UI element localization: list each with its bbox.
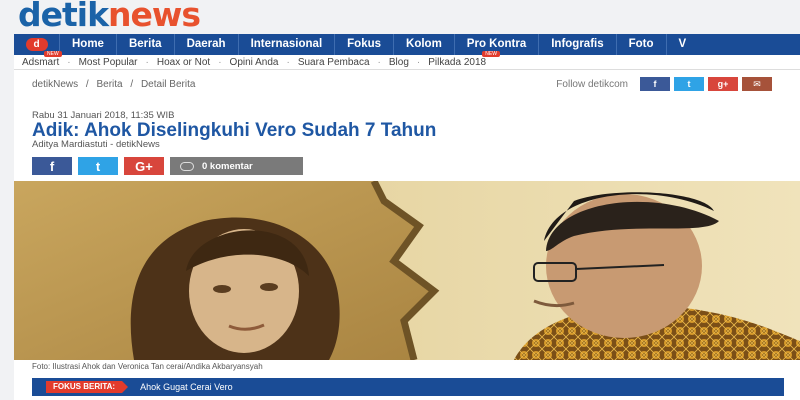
breadcrumb-separator: /	[130, 79, 134, 90]
follow-googleplus-icon[interactable]: g+	[708, 77, 738, 91]
subnav-opini-anda[interactable]: Opini Anda	[222, 57, 287, 68]
subnav-blog[interactable]: Blog	[381, 57, 417, 68]
breadcrumb-detiknews[interactable]: detikNews	[32, 79, 78, 90]
article-hero-image[interactable]	[14, 181, 800, 360]
focus-label: FOKUS BERITA:	[46, 381, 123, 393]
subnav-suara-pembaca[interactable]: Suara Pembaca	[290, 57, 378, 68]
follow-twitter-icon[interactable]: t	[674, 77, 704, 91]
article-content: detikNews / Berita / Detail Berita Follo…	[14, 70, 800, 400]
share-twitter-icon[interactable]: t	[78, 157, 118, 175]
subnav-pilkada-label: Pilkada 2018	[428, 56, 487, 68]
follow-label: Follow detikcom	[556, 78, 628, 90]
breadcrumb-berita[interactable]: Berita	[96, 79, 122, 90]
breadcrumb-separator: /	[85, 79, 89, 90]
breadcrumb-detail-berita[interactable]: Detail Berita	[141, 79, 195, 90]
main-navigation: d Home Berita Daerah Internasional Fokus…	[14, 34, 800, 55]
nav-internasional[interactable]: Internasional	[239, 34, 336, 55]
focus-news-link[interactable]: Ahok Gugat Cerai Vero	[140, 382, 233, 392]
follow-bar: Follow detikcom f t g+ ✉	[556, 77, 772, 91]
comment-bubble-icon	[180, 161, 194, 171]
nav-home[interactable]: Home	[60, 34, 117, 55]
focus-arrow-icon	[122, 381, 129, 393]
subnav-adsmart[interactable]: Adsmart NEW	[14, 50, 67, 68]
focus-news-bar: FOKUS BERITA: Ahok Gugat Cerai Vero	[32, 378, 784, 396]
logo-part-news: news	[108, 0, 201, 34]
hero-illustration	[14, 181, 800, 360]
subnav-hoax-or-not[interactable]: Hoax or Not	[149, 57, 218, 68]
nav-berita[interactable]: Berita	[117, 34, 175, 55]
comments-button[interactable]: 0 komentar	[170, 157, 303, 175]
comment-count: 0 komentar	[202, 160, 253, 172]
detik-d-icon: d	[25, 38, 48, 51]
follow-mail-icon[interactable]: ✉	[742, 77, 772, 91]
share-googleplus-icon[interactable]: G+	[124, 157, 164, 175]
hero-caption: Foto: Ilustrasi Ahok dan Veronica Tan ce…	[32, 362, 263, 371]
subnav-adsmart-label: Adsmart	[22, 56, 60, 68]
nav-fokus[interactable]: Fokus	[335, 34, 395, 55]
nav-foto[interactable]: Foto	[617, 34, 667, 55]
share-bar: f t G+ 0 komentar	[32, 157, 303, 175]
subnav-pilkada-2018[interactable]: Pilkada 2018 NEW	[420, 50, 500, 68]
nav-daerah[interactable]: Daerah	[175, 34, 239, 55]
breadcrumb: detikNews / Berita / Detail Berita	[32, 79, 200, 90]
subnav-most-popular[interactable]: Most Popular	[71, 57, 146, 68]
new-badge: NEW	[482, 50, 500, 57]
article-author[interactable]: Aditya Mardiastuti - detikNews	[32, 139, 160, 150]
nav-video[interactable]: V	[667, 34, 699, 55]
nav-kolom[interactable]: Kolom	[394, 34, 455, 55]
follow-facebook-icon[interactable]: f	[640, 77, 670, 91]
logo-part-detik: detik	[18, 0, 109, 34]
nav-infografis[interactable]: Infografis	[539, 34, 617, 55]
detiknews-logo[interactable]: detiknews	[18, 0, 201, 34]
new-badge: NEW	[44, 50, 62, 57]
sub-navigation: Adsmart NEW · Most Popular · Hoax or Not …	[14, 50, 800, 70]
share-facebook-icon[interactable]: f	[32, 157, 72, 175]
